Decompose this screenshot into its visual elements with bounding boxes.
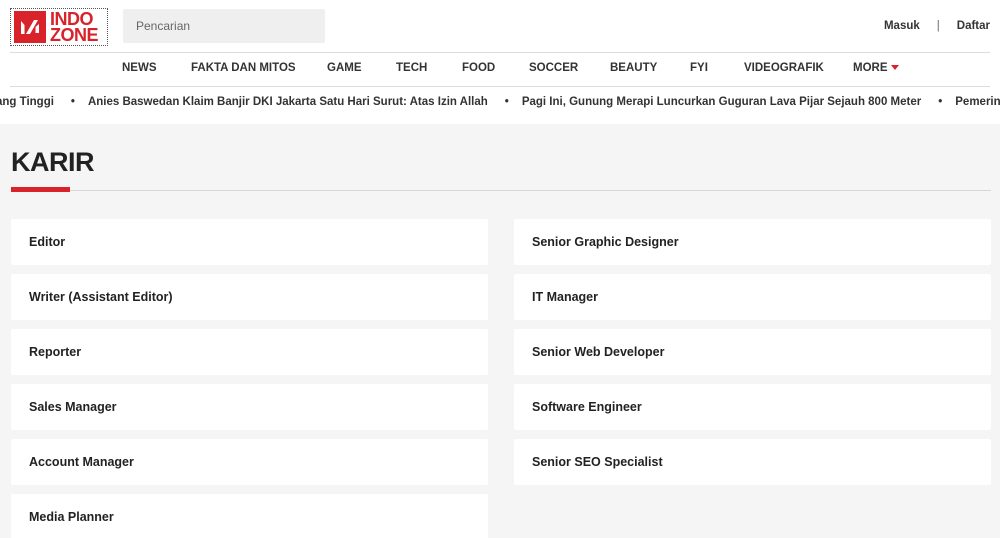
page-title: KARIR — [11, 147, 95, 177]
career-card-reporter[interactable]: Reporter — [11, 329, 488, 375]
ticker-item[interactable]: Pemerintah Klaim — [955, 96, 1000, 108]
logo-wordmark: INDO ZONE — [50, 10, 99, 45]
nav-item-videografik[interactable]: VIDEOGRAFIK — [744, 62, 824, 74]
nav-item-soccer[interactable]: SOCCER — [529, 62, 578, 74]
nav-item-fyi[interactable]: FYI — [690, 62, 708, 74]
auth-links: Masuk | Daftar — [884, 20, 990, 32]
title-divider — [11, 190, 991, 191]
nav-item-news[interactable]: NEWS — [122, 62, 157, 74]
career-card-senior-graphic-designer[interactable]: Senior Graphic Designer — [514, 219, 991, 265]
nav-item-food[interactable]: FOOD — [462, 62, 495, 74]
careers-column-right: Senior Graphic Designer IT Manager Senio… — [514, 219, 991, 494]
nav-item-fakta-dan-mitos[interactable]: FAKTA DAN MITOS — [191, 62, 296, 74]
title-accent-bar — [11, 187, 70, 192]
career-card-software-engineer[interactable]: Software Engineer — [514, 384, 991, 430]
bullet-icon: • — [70, 96, 75, 108]
career-card-sales-manager[interactable]: Sales Manager — [11, 384, 488, 430]
careers-column-left: Editor Writer (Assistant Editor) Reporte… — [11, 219, 488, 538]
caret-down-icon — [890, 65, 899, 71]
nav-item-beauty[interactable]: BEAUTY — [610, 62, 657, 74]
auth-separator: | — [936, 20, 940, 32]
nav-item-tech[interactable]: TECH — [396, 62, 427, 74]
register-link[interactable]: Daftar — [957, 20, 990, 32]
ticker-track: ang Tinggi • Anies Baswedan Klaim Banjir D… — [0, 96, 1000, 108]
career-card-media-planner[interactable]: Media Planner — [11, 494, 488, 538]
ticker-item[interactable]: ang Tinggi — [0, 96, 54, 108]
ticker-item[interactable]: Anies Baswedan Klaim Banjir DKI Jakarta … — [88, 96, 488, 108]
logo-mark-icon — [14, 11, 46, 43]
bullet-icon: • — [504, 96, 509, 108]
ticker-item[interactable]: Pagi Ini, Gunung Merapi Luncurkan Gugura… — [522, 96, 921, 108]
site-logo[interactable]: INDO ZONE — [10, 8, 108, 46]
site-header: INDO ZONE Masuk | Daftar NEWS FAKTA DAN … — [0, 0, 1000, 124]
nav-more-label: MORE — [853, 62, 888, 74]
login-link[interactable]: Masuk — [884, 20, 920, 32]
search-input[interactable] — [123, 9, 325, 43]
nav-item-more[interactable]: MORE — [853, 62, 899, 74]
career-card-senior-web-developer[interactable]: Senior Web Developer — [514, 329, 991, 375]
career-card-account-manager[interactable]: Account Manager — [11, 439, 488, 485]
logo-line-2: ZONE — [50, 25, 99, 45]
bullet-icon: • — [938, 96, 943, 108]
career-card-editor[interactable]: Editor — [11, 219, 488, 265]
career-card-it-manager[interactable]: IT Manager — [514, 274, 991, 320]
nav-item-game[interactable]: GAME — [327, 62, 362, 74]
news-ticker: ang Tinggi • Anies Baswedan Klaim Banjir D… — [0, 96, 1000, 114]
career-card-senior-seo-specialist[interactable]: Senior SEO Specialist — [514, 439, 991, 485]
main-nav: NEWS FAKTA DAN MITOS GAME TECH FOOD SOCC… — [10, 52, 990, 87]
career-card-writer[interactable]: Writer (Assistant Editor) — [11, 274, 488, 320]
